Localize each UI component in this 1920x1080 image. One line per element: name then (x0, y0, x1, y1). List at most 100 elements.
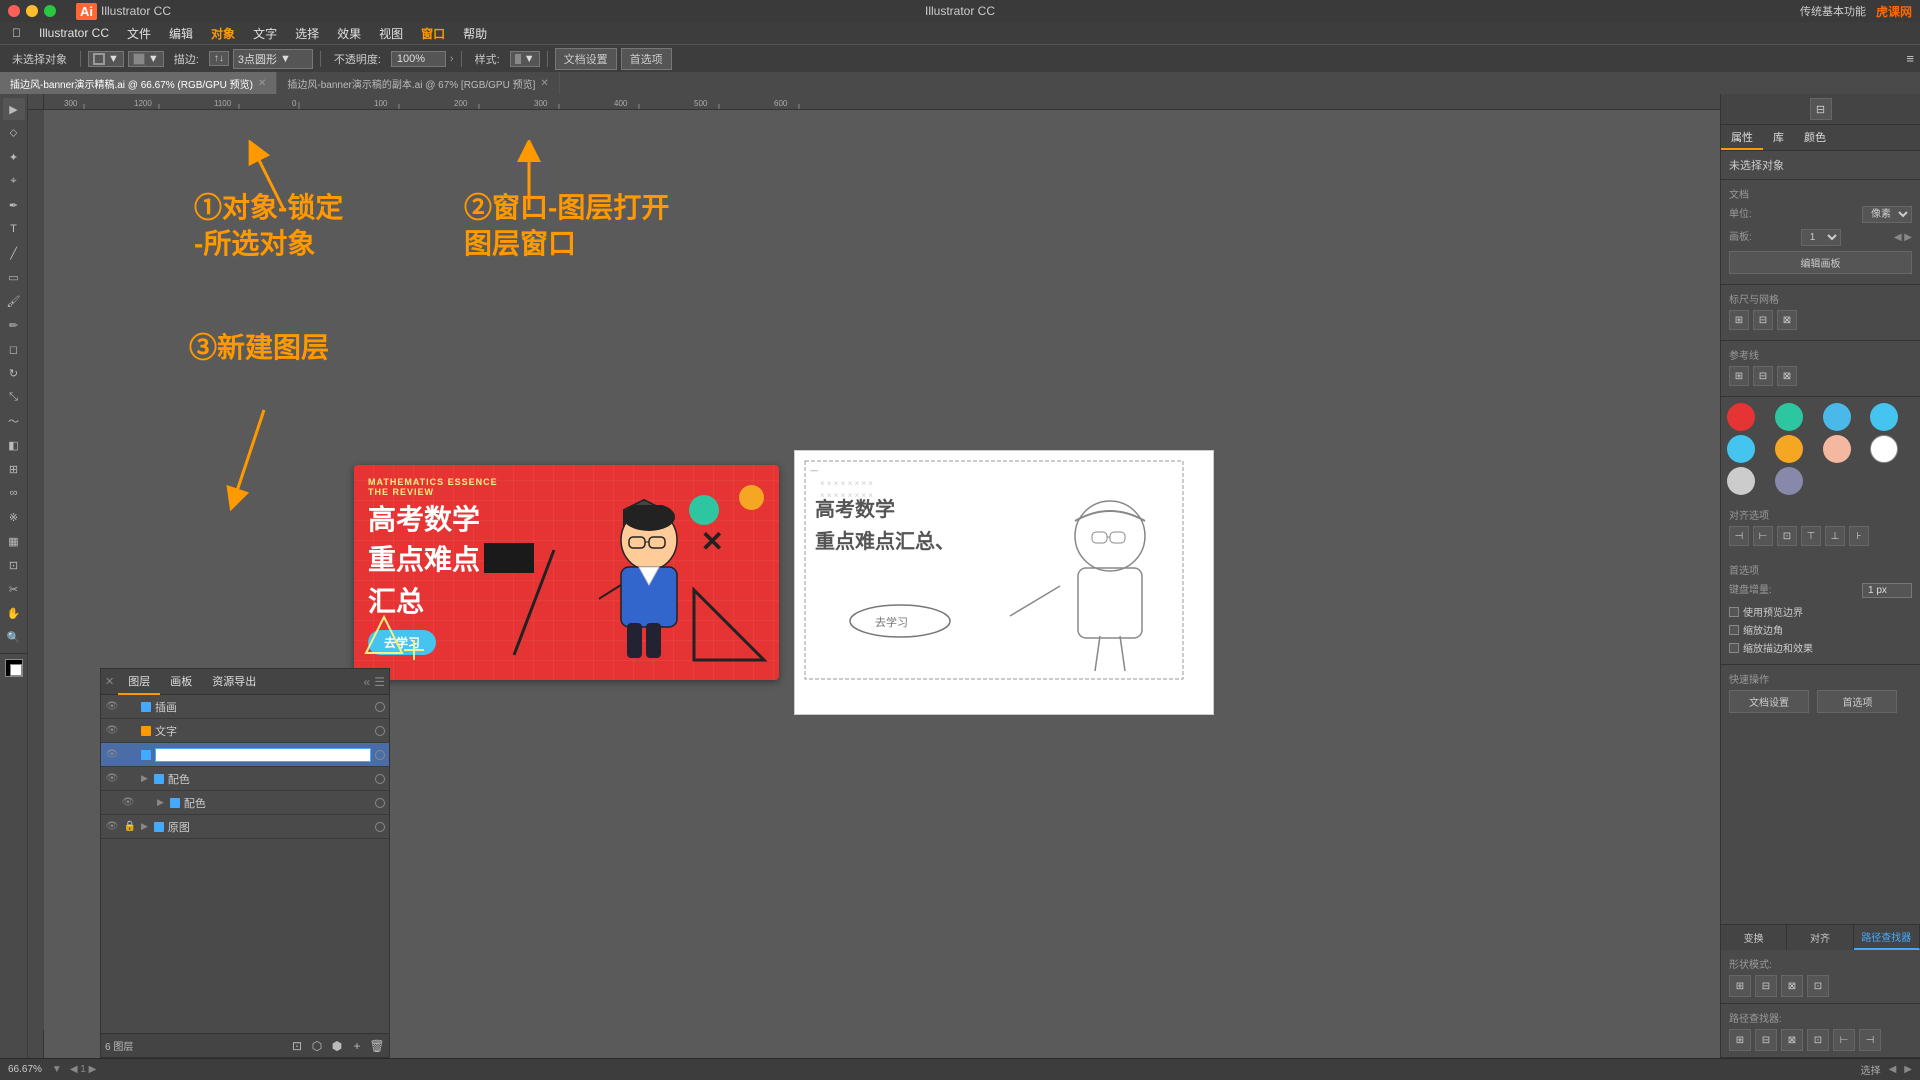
rp-tab-pathfinder[interactable]: 路径查找器 (1854, 925, 1920, 950)
rp-tab-transform[interactable]: 变换 (1721, 925, 1787, 950)
toolbar-overflow[interactable]: ≡ (1906, 51, 1914, 66)
rp-grid-btn[interactable]: ⊟ (1753, 310, 1773, 330)
layer-visibility-text[interactable]: 👁 (105, 724, 119, 738)
layer-expand-icon-original[interactable]: ▶ (141, 821, 148, 832)
menu-file[interactable]: 文件 (119, 23, 159, 44)
hand-tool[interactable]: ✋ (3, 602, 25, 624)
rp-path-btn-6[interactable]: ⊣ (1859, 1029, 1881, 1051)
rp-path-btn-4[interactable]: ⊡ (1807, 1029, 1829, 1051)
layer-row-colors-sub[interactable]: 👁 ▶ 配色 (101, 791, 389, 815)
color-swatch-purple[interactable] (1775, 467, 1803, 495)
rp-guide-btn-1[interactable]: ⊞ (1729, 366, 1749, 386)
properties-icon[interactable]: ⊟ (1810, 98, 1832, 120)
selection-tool[interactable]: ▶ (3, 98, 25, 120)
layers-new-layer-btn[interactable]: + (349, 1038, 365, 1054)
layers-tab-layers[interactable]: 图层 (118, 669, 160, 695)
layer-lock-text[interactable] (123, 724, 137, 738)
rp-snap-btn[interactable]: ⊠ (1777, 310, 1797, 330)
rp-ruler-btn[interactable]: ⊞ (1729, 310, 1749, 330)
layers-collapse-icon[interactable]: « (364, 675, 371, 689)
layers-delete-btn[interactable]: 🗑 (369, 1038, 385, 1054)
layer-target-text[interactable] (375, 726, 385, 736)
eraser-tool[interactable]: ◻ (3, 338, 25, 360)
preferences-button[interactable]: 首选项 (621, 48, 672, 70)
menu-text[interactable]: 文字 (245, 23, 285, 44)
rp-shape-btn-1[interactable]: ⊞ (1729, 975, 1751, 997)
layer-target-illustration[interactable] (375, 702, 385, 712)
column-chart-tool[interactable]: ▦ (3, 530, 25, 552)
status-nav-next[interactable]: ▶ (1904, 1064, 1912, 1075)
blend-tool[interactable]: ∞ (3, 482, 25, 504)
fullscreen-button[interactable] (44, 5, 56, 17)
layer-lock-illustration[interactable] (123, 700, 137, 714)
minimize-button[interactable] (26, 5, 38, 17)
color-swatch-skyblue[interactable] (1823, 403, 1851, 431)
color-swatch-salmon[interactable] (1823, 435, 1851, 463)
layer-visibility-new[interactable]: 👁 (105, 748, 119, 762)
rp-edit-board-btn[interactable]: 编辑画板 (1729, 251, 1912, 274)
stroke-width-dropdown[interactable]: 3点圆形 ▼ (233, 49, 313, 69)
color-swatch-cyan[interactable] (1870, 403, 1898, 431)
layer-row-original[interactable]: 👁 🔒 ▶ 原图 (101, 815, 389, 839)
layer-visibility-colors[interactable]: 👁 (105, 772, 119, 786)
color-swatch-red[interactable] (1727, 403, 1755, 431)
menu-help[interactable]: 帮助 (455, 23, 495, 44)
color-swatch-white[interactable] (1870, 435, 1898, 463)
symbol-tool[interactable]: ※ (3, 506, 25, 528)
rp-prefs-btn[interactable]: 首选项 (1817, 690, 1897, 713)
rp-scale-strokes-checkbox[interactable] (1729, 643, 1739, 653)
rp-shape-btn-4[interactable]: ⊡ (1807, 975, 1829, 997)
rp-tab-properties[interactable]: 属性 (1721, 125, 1763, 150)
tab-file-1[interactable]: 插边风-banner演示精稿.ai @ 66.67% (RGB/GPU 预览) … (0, 72, 277, 94)
tab-file-2[interactable]: 插边风-banner演示稿的副本.ai @ 67% [RGB/GPU 预览] ✕ (277, 72, 559, 94)
rp-corner-checkbox[interactable] (1729, 625, 1739, 635)
rp-guide-btn-2[interactable]: ⊟ (1753, 366, 1773, 386)
rp-keynudge-input[interactable] (1862, 583, 1912, 598)
menu-select[interactable]: 选择 (287, 23, 327, 44)
layer-lock-colors-sub[interactable] (139, 796, 153, 810)
menu-view[interactable]: 视图 (371, 23, 411, 44)
layers-tab-export[interactable]: 资源导出 (202, 669, 266, 695)
layer-row-illustration[interactable]: 👁 插画 (101, 695, 389, 719)
layer-target-colors-sub[interactable] (375, 798, 385, 808)
slice-tool[interactable]: ✂ (3, 578, 25, 600)
close-button[interactable] (8, 5, 20, 17)
mesh-tool[interactable]: ⊞ (3, 458, 25, 480)
layer-lock-new[interactable] (123, 748, 137, 762)
rp-path-btn-1[interactable]: ⊞ (1729, 1029, 1751, 1051)
menu-edit[interactable]: 编辑 (161, 23, 201, 44)
rp-align-bot-btn[interactable]: ⊦ (1849, 526, 1869, 546)
lasso-tool[interactable]: ⌖ (3, 170, 25, 192)
rp-align-mid-btn[interactable]: ⊥ (1825, 526, 1845, 546)
pen-tool[interactable]: ✒ (3, 194, 25, 216)
layer-target-colors[interactable] (375, 774, 385, 784)
rp-doc-settings-btn[interactable]: 文档设置 (1729, 690, 1809, 713)
rp-tab-color[interactable]: 颜色 (1794, 125, 1836, 150)
menu-illustrator[interactable]: Illustrator CC (31, 24, 117, 42)
doc-settings-button[interactable]: 文档设置 (555, 48, 617, 70)
rp-align-center-btn[interactable]: ⊢ (1753, 526, 1773, 546)
stroke-dropdown[interactable]: ↑↓ (209, 51, 229, 66)
layer-lock-colors[interactable] (123, 772, 137, 786)
scale-tool[interactable]: ⤡ (3, 386, 25, 408)
direct-selection-tool[interactable]: ⬦ (3, 122, 25, 144)
fill-stroke-indicator[interactable] (5, 659, 23, 677)
layer-visibility-original[interactable]: 👁 (105, 820, 119, 834)
color-swatch-lightgray[interactable] (1727, 467, 1755, 495)
layer-visibility-colors-sub[interactable]: 👁 (121, 796, 135, 810)
status-nav-prev[interactable]: ◀ (1889, 1064, 1897, 1075)
color-swatch-cyan2[interactable] (1727, 435, 1755, 463)
text-tool[interactable]: T (3, 218, 25, 240)
menu-window[interactable]: 窗口 (413, 23, 453, 44)
layer-expand-icon-colors-sub[interactable]: ▶ (157, 797, 164, 808)
layers-menu-icon[interactable]: ☰ (374, 675, 385, 689)
rp-align-left-btn[interactable]: ⊣ (1729, 526, 1749, 546)
warp-tool[interactable]: 〜 (3, 410, 25, 432)
pencil-tool[interactable]: ✏ (3, 314, 25, 336)
tab-close-2[interactable]: ✕ (540, 78, 548, 89)
magic-wand-tool[interactable]: ✦ (3, 146, 25, 168)
color-swatch-orange[interactable] (1775, 435, 1803, 463)
layer-expand-icon-colors[interactable]: ▶ (141, 773, 148, 784)
rect-tool[interactable]: ▭ (3, 266, 25, 288)
rp-tab-align[interactable]: 对齐 (1787, 925, 1853, 950)
